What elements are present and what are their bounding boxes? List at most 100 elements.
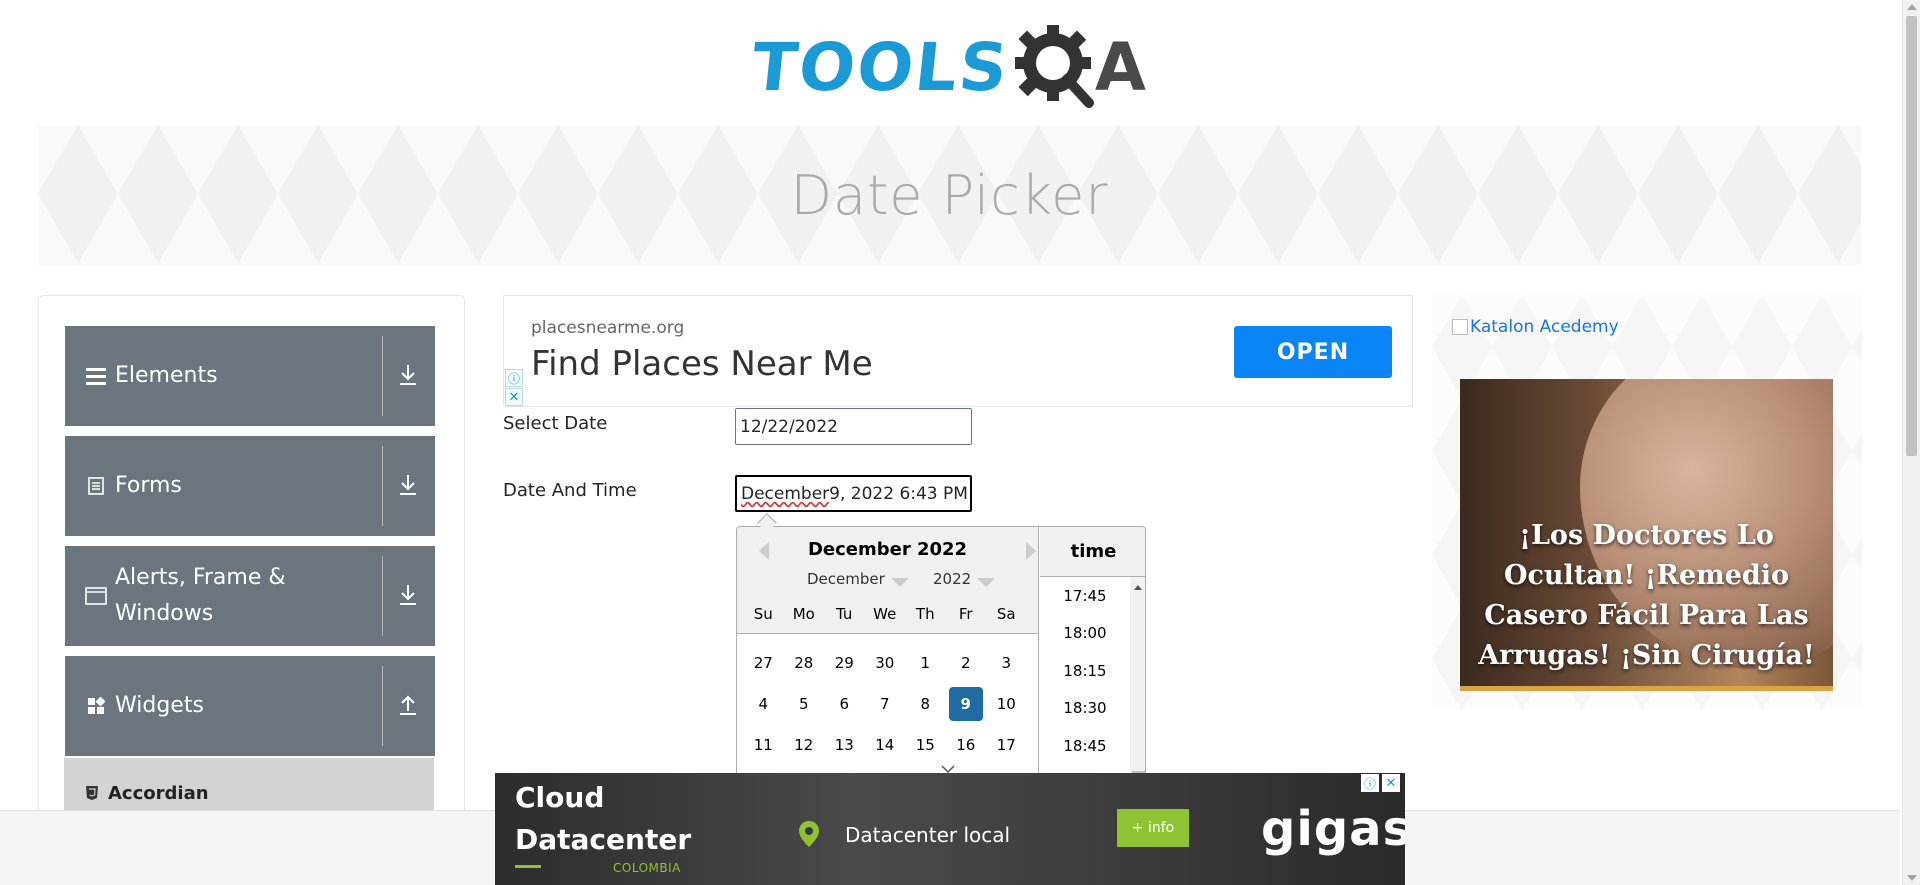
ad-banner-top[interactable]: placesnearme.org Find Places Near Me OPE… [503, 295, 1413, 407]
month-dropdown-value: December [807, 570, 885, 588]
page-title: Date Picker [790, 163, 1109, 227]
scroll-thumb[interactable] [1906, 16, 1917, 456]
chevron-down-icon [890, 577, 909, 587]
window-icon [85, 585, 107, 607]
chevron-down-icon[interactable] [941, 759, 955, 774]
ad-close-icon[interactable]: ✕ [1382, 774, 1400, 792]
weekday-label: Fr [958, 605, 973, 623]
ad-title-line1: Cloud [515, 781, 605, 814]
date-time-label: Date And Time [503, 480, 637, 501]
hamburger-icon [85, 365, 107, 387]
calendar-day[interactable]: 2 [946, 646, 987, 680]
page: TOOLS A Date Picker Elements Forms Alert… [0, 0, 1920, 885]
divider [382, 446, 383, 526]
html5-icon [84, 785, 100, 801]
date-time-input[interactable]: December 9, 2022 6:43 PM [735, 475, 972, 512]
ad-domain: placesnearme.org [531, 318, 685, 338]
calendar-day[interactable]: 1 [905, 646, 946, 680]
time-option[interactable]: 18:45 [1040, 727, 1130, 765]
ad-close-icon[interactable]: ✕ [505, 388, 523, 406]
weekday-label: We [873, 605, 897, 623]
calendar-day[interactable]: 5 [784, 687, 825, 721]
time-scrollbar[interactable] [1130, 577, 1145, 775]
calendar-day[interactable]: 7 [865, 687, 906, 721]
calendar-day-selected[interactable]: 9 [948, 687, 983, 721]
divider [382, 336, 383, 416]
nav-group-label-line2: Windows [115, 601, 214, 626]
ad-sidebar-right: Katalon Acedemy ¡Los Doctores Lo Ocultan… [1432, 295, 1862, 710]
calendar-day[interactable]: 16 [946, 728, 987, 762]
nav-group-label: Forms [115, 473, 182, 498]
ad-info-icon[interactable]: ⓘ [505, 369, 523, 387]
weekday-label: Su [753, 605, 773, 623]
calendar-day[interactable]: 28 [784, 646, 825, 680]
date-time-value-rest: 9, 2022 6:43 PM [829, 483, 968, 504]
ad-caption: ¡Los Doctores Lo Ocultan! ¡Remedio Caser… [1478, 520, 1815, 671]
calendar-day[interactable]: 11 [743, 728, 784, 762]
nav-group-label: Elements [115, 363, 218, 388]
ad-image[interactable]: ¡Los Doctores Lo Ocultan! ¡Remedio Caser… [1460, 379, 1833, 691]
time-option[interactable]: 18:00 [1040, 615, 1130, 653]
katalon-link-text: Katalon Acedemy [1470, 317, 1619, 337]
scroll-down-icon[interactable] [1907, 875, 1917, 881]
ad-headline: Find Places Near Me [531, 344, 873, 384]
time-panel: time 17:45 18:00 18:15 18:30 18:45 [1040, 527, 1145, 775]
download-arrow-icon[interactable] [395, 472, 421, 498]
logo-text-a: A [1094, 28, 1146, 106]
nav-group-forms[interactable]: Forms [65, 436, 435, 536]
weekday-label: Tu [836, 605, 853, 623]
calendar-day[interactable]: 17 [986, 728, 1027, 762]
download-arrow-icon[interactable] [395, 362, 421, 388]
calendar-day[interactable]: 12 [784, 728, 825, 762]
ad-open-button[interactable]: OPEN [1234, 326, 1392, 378]
calendar-day[interactable]: 8 [905, 687, 946, 721]
calendar-day[interactable]: 27 [743, 646, 784, 680]
toolsqa-logo[interactable]: TOOLS A [748, 20, 1152, 115]
ad-title-line2: Datacenter [515, 823, 692, 856]
scroll-up-icon[interactable] [1907, 4, 1917, 10]
nav-group-widgets[interactable]: Widgets [65, 656, 435, 756]
nav-group-elements[interactable]: Elements [65, 326, 435, 426]
nav-group-label: Alerts, Frame & Windows [115, 560, 355, 632]
divider [382, 666, 383, 746]
nav-group-alerts-frame-windows[interactable]: Alerts, Frame & Windows [65, 546, 435, 646]
grid-icon [85, 695, 107, 717]
year-dropdown-value: 2022 [933, 570, 972, 588]
calendar-day[interactable]: 3 [986, 646, 1027, 680]
time-list: 17:45 18:00 18:15 18:30 18:45 [1040, 577, 1130, 765]
calendar-day[interactable]: 10 [986, 687, 1027, 721]
calendar-day[interactable]: 4 [743, 687, 784, 721]
calendar-panel: December 2022 December 2022 Su Mo Tu We … [737, 527, 1039, 775]
page-scrollbar[interactable] [1902, 0, 1920, 885]
date-time-value-month: December [741, 483, 830, 504]
ad-banner-bottom[interactable]: Cloud Datacenter COLOMBIA Datacenter loc… [495, 773, 1405, 885]
katalon-ad-link[interactable]: Katalon Acedemy [1452, 317, 1619, 337]
time-option[interactable]: 17:45 [1040, 577, 1130, 615]
calendar-day[interactable]: 29 [824, 646, 865, 680]
broken-image-icon [1452, 319, 1468, 335]
select-date-input[interactable]: 12/22/2022 [735, 408, 972, 445]
upload-arrow-icon[interactable] [395, 692, 421, 718]
time-option[interactable]: 18:15 [1040, 652, 1130, 690]
time-header: time [1040, 527, 1145, 577]
ad-info-button[interactable]: + info [1117, 809, 1189, 847]
next-month-icon[interactable] [1026, 542, 1036, 560]
month-dropdown[interactable]: December [807, 570, 909, 588]
calendar-day[interactable]: 13 [824, 728, 865, 762]
ad-info-icon[interactable]: ⓘ [1361, 774, 1379, 792]
calendar-day[interactable]: 14 [865, 728, 906, 762]
ad-location-text: Datacenter local [845, 823, 1011, 847]
ad-country: COLOMBIA [613, 861, 681, 875]
calendar-day[interactable]: 30 [865, 646, 906, 680]
nav-group-label-line1: Alerts, Frame & [115, 565, 286, 590]
select-date-label: Select Date [503, 413, 608, 434]
calendar-week: 4 5 6 7 8 9 10 [743, 687, 1027, 721]
year-dropdown[interactable]: 2022 [933, 570, 996, 588]
nav-group-label: Widgets [115, 693, 204, 718]
time-option[interactable]: 18:30 [1040, 690, 1130, 728]
calendar-day[interactable]: 6 [824, 687, 865, 721]
download-arrow-icon[interactable] [395, 582, 421, 608]
scroll-up-icon[interactable] [1134, 585, 1142, 590]
calendar-month-title: December 2022 [807, 539, 968, 560]
calendar-day[interactable]: 15 [905, 728, 946, 762]
